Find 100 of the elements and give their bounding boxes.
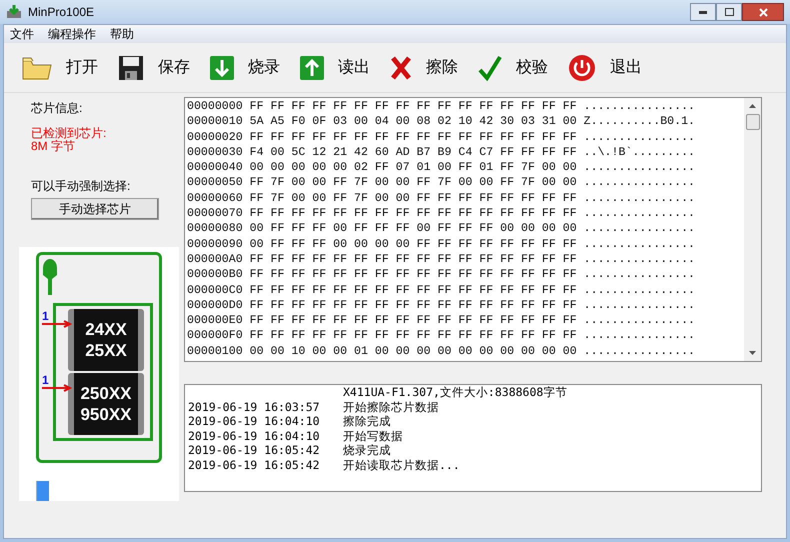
scroll-up-icon bbox=[749, 104, 756, 108]
hex-address: 000000B0 bbox=[187, 267, 243, 283]
hex-ascii: ................ bbox=[584, 221, 695, 237]
folder-icon bbox=[22, 54, 52, 80]
toolbar-button[interactable]: 打开 bbox=[22, 54, 98, 80]
hex-bytes: FF FF FF FF FF FF FF FF FF FF FF FF FF FF FF FF bbox=[250, 313, 577, 328]
manual-select-label: 可以手动强制选择: bbox=[31, 178, 132, 195]
hex-bytes: FF FF FF FF FF FF FF FF FF FF FF FF FF FF FF FF bbox=[250, 298, 577, 314]
hex-ascii: ..\.!B`......... bbox=[584, 144, 695, 160]
hex-bytes: FF FF FF FF FF FF FF FF FF FF FF FF FF FF FF FF bbox=[250, 99, 577, 114]
hex-ascii: ................ bbox=[584, 236, 695, 252]
hex-address: 00000030 bbox=[187, 144, 243, 160]
manual-select-button[interactable]: 手动选择芯片 bbox=[31, 198, 159, 220]
hex-address: 00000080 bbox=[187, 221, 243, 237]
arrow-icon bbox=[42, 320, 72, 328]
hex-address: 000000C0 bbox=[187, 282, 243, 298]
log-time: 2019-06-19 16:05:42 bbox=[188, 458, 320, 472]
hex-ascii: ................ bbox=[584, 252, 695, 268]
hex-bytes: FF FF FF FF FF FF FF FF FF FF FF FF FF FF FF FF bbox=[250, 252, 577, 268]
hex-bytes: FF 7F 00 00 FF 7F 00 00 FF FF FF FF FF FF FF FF bbox=[250, 190, 577, 206]
maximize-button[interactable] bbox=[716, 3, 742, 21]
log-message: 擦除完成 bbox=[343, 414, 391, 428]
toolbar-button[interactable]: 擦除 bbox=[390, 54, 458, 80]
log-time: 2019-06-19 16:04:10 bbox=[188, 414, 320, 428]
hex-bytes: 00 00 00 00 00 02 FF 07 01 00 FF 01 FF 7F 00 00 bbox=[250, 160, 577, 176]
hex-bytes: FF FF FF FF FF FF FF FF FF FF FF FF FF FF FF FF bbox=[250, 267, 577, 283]
detected-text: 已检测到芯片: bbox=[31, 127, 108, 140]
log-message: 烧录完成 bbox=[343, 443, 391, 458]
hex-ascii: ................ bbox=[584, 298, 695, 314]
hex-bytes: FF FF FF FF FF FF FF FF FF FF FF FF FF FF FF FF bbox=[250, 206, 577, 222]
hex-address: 00000050 bbox=[187, 175, 243, 191]
hex-address: 000000F0 bbox=[187, 328, 243, 344]
chip-label: 950XX bbox=[80, 404, 132, 425]
close-icon bbox=[758, 8, 768, 16]
led-icon bbox=[43, 259, 57, 295]
hex-ascii: Z..........B0.1. bbox=[584, 114, 695, 130]
cross-icon bbox=[390, 54, 412, 80]
hex-ascii: ................ bbox=[584, 282, 695, 298]
hex-bytes: F4 00 5C 12 21 42 60 AD B7 B9 C4 C7 FF FF FF FF bbox=[250, 144, 577, 160]
pin-number: 1 bbox=[42, 310, 49, 322]
hex-address: 000000D0 bbox=[187, 298, 243, 314]
chip-label: 250XX bbox=[80, 383, 132, 404]
scrollbar[interactable] bbox=[744, 98, 761, 361]
log-time: 2019-06-19 16:05:42 bbox=[188, 443, 320, 457]
hex-address: 000000E0 bbox=[187, 313, 243, 328]
hex-ascii: ................ bbox=[584, 344, 695, 360]
size-text: 8M 字节 bbox=[31, 140, 76, 153]
hex-bytes: FF FF FF FF FF FF FF FF FF FF FF FF FF FF FF FF bbox=[250, 328, 577, 344]
window-title: MinPro100E bbox=[28, 4, 94, 21]
chip-label: 25XX bbox=[85, 340, 127, 361]
chip-info-heading: 芯片信息: bbox=[31, 100, 84, 117]
hex-ascii: ................ bbox=[584, 130, 695, 145]
log-time: 2019-06-19 16:04:10 bbox=[188, 428, 320, 442]
hex-ascii: ................ bbox=[584, 175, 695, 191]
toolbar-button[interactable]: 校验 bbox=[478, 54, 548, 80]
menu-item[interactable]: 帮助 bbox=[110, 25, 134, 43]
hex-ascii: ................ bbox=[584, 190, 695, 206]
log-message: 开始擦除芯片数据 bbox=[343, 400, 439, 414]
hex-address: 00000070 bbox=[187, 206, 243, 222]
arrow-icon bbox=[42, 384, 72, 392]
power-icon bbox=[568, 54, 596, 82]
log-time: 2019-06-19 16:03:57 bbox=[188, 400, 320, 414]
hex-ascii: ................ bbox=[584, 267, 695, 283]
hex-ascii: ................ bbox=[584, 99, 695, 114]
menu-item[interactable]: 编程操作 bbox=[48, 25, 96, 43]
hex-address: 00000010 bbox=[187, 114, 243, 130]
minimize-icon bbox=[699, 10, 707, 14]
scroll-down-icon bbox=[749, 351, 756, 355]
toolbar-button[interactable]: 烧录 bbox=[210, 56, 280, 80]
hex-ascii: ................ bbox=[584, 160, 695, 176]
log-message: 开始写数据 bbox=[343, 428, 403, 443]
chip-label: 24XX bbox=[85, 319, 127, 340]
toolbar-button[interactable]: 保存 bbox=[118, 54, 190, 80]
hex-address: 000000A0 bbox=[187, 252, 243, 268]
hex-bytes: FF FF FF FF FF FF FF FF FF FF FF FF FF FF FF FF bbox=[250, 130, 577, 145]
hex-address: 00000000 bbox=[187, 99, 243, 114]
hex-address: 00000040 bbox=[187, 160, 243, 176]
pin-number: 1 bbox=[42, 374, 49, 386]
log-message: 开始读取芯片数据... bbox=[343, 458, 460, 472]
hex-bytes: 00 FF FF FF 00 FF FF FF 00 FF FF FF 00 00 00 00 bbox=[250, 221, 577, 237]
hex-bytes: FF 7F 00 00 FF 7F 00 00 FF 7F 00 00 FF 7F 00 00 bbox=[250, 175, 577, 191]
hex-bytes: 00 00 10 00 00 01 00 00 00 00 00 00 00 00 00 00 bbox=[250, 344, 577, 360]
log-message: X411UA-F1.307,文件大小:8388608字节 bbox=[343, 385, 568, 400]
hex-ascii: ................ bbox=[584, 313, 695, 328]
maximize-icon bbox=[724, 8, 734, 16]
toolbar-button[interactable]: 退出 bbox=[568, 54, 642, 82]
hex-address: 00000090 bbox=[187, 236, 243, 252]
close-button[interactable] bbox=[742, 3, 784, 21]
scroll-thumb[interactable] bbox=[746, 114, 760, 130]
hex-address: 00000060 bbox=[187, 190, 243, 206]
toolbar-button[interactable]: 读出 bbox=[300, 56, 370, 80]
hex-bytes: 5A A5 F0 0F 03 00 04 00 08 02 10 42 30 03 31 00 bbox=[250, 114, 577, 130]
hex-bytes: 00 FF FF FF 00 00 00 00 FF FF FF FF FF FF FF FF bbox=[250, 236, 577, 252]
minimize-button[interactable] bbox=[690, 3, 716, 21]
hex-address: 00000100 bbox=[187, 344, 243, 360]
menu-item[interactable]: 文件 bbox=[10, 25, 34, 43]
check-icon bbox=[478, 54, 502, 80]
hex-ascii: ................ bbox=[584, 206, 695, 222]
hex-bytes: FF FF FF FF FF FF FF FF FF FF FF FF FF FF FF FF bbox=[250, 282, 577, 298]
app-icon bbox=[6, 5, 22, 19]
